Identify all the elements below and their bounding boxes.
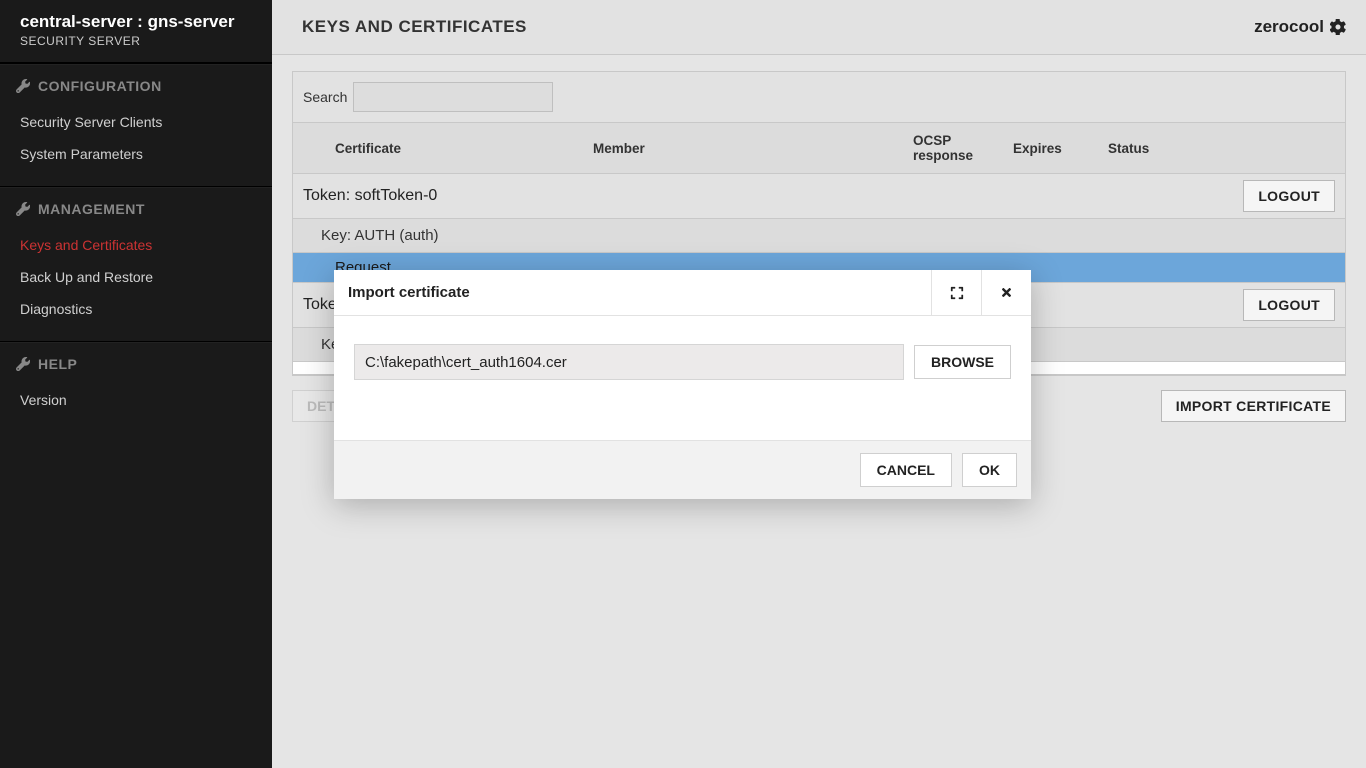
nav-heading-management-label: MANAGEMENT	[38, 201, 145, 217]
nav-item-keys-certificates[interactable]: Keys and Certificates	[0, 229, 272, 261]
cancel-button[interactable]: CANCEL	[860, 453, 952, 487]
col-status: Status	[1108, 141, 1345, 156]
wrench-icon	[16, 202, 30, 216]
sidebar-header: central-server : gns-server SECURITY SER…	[0, 0, 272, 63]
dialog-close-button[interactable]	[981, 270, 1031, 315]
gear-icon	[1330, 19, 1346, 35]
dialog-title: Import certificate	[334, 270, 931, 315]
nav-heading-management: MANAGEMENT	[0, 186, 272, 229]
close-icon	[1000, 286, 1013, 299]
file-path-input[interactable]	[354, 344, 904, 380]
dialog-header: Import certificate	[334, 270, 1031, 316]
nav-item-version[interactable]: Version	[0, 384, 272, 416]
username-label: zerocool	[1254, 17, 1324, 37]
search-label: Search	[303, 89, 347, 105]
logout-button[interactable]: LOGOUT	[1243, 289, 1335, 321]
user-menu[interactable]: zerocool	[1254, 17, 1346, 37]
page-title: KEYS AND CERTIFICATES	[302, 17, 527, 37]
nav-item-system-parameters[interactable]: System Parameters	[0, 138, 272, 170]
dialog-body: BROWSE	[334, 316, 1031, 440]
sidebar: central-server : gns-server SECURITY SER…	[0, 0, 272, 768]
server-title: central-server : gns-server	[20, 12, 252, 32]
col-certificate: Certificate	[293, 141, 593, 156]
col-member: Member	[593, 141, 913, 156]
nav-heading-configuration-label: CONFIGURATION	[38, 78, 162, 94]
nav-item-diagnostics[interactable]: Diagnostics	[0, 293, 272, 325]
col-ocsp: OCSP response	[913, 133, 1013, 163]
wrench-icon	[16, 357, 30, 371]
expand-icon	[950, 286, 964, 300]
nav-item-clients[interactable]: Security Server Clients	[0, 106, 272, 138]
key-row[interactable]: Key: AUTH (auth)	[293, 219, 1345, 253]
ok-button[interactable]: OK	[962, 453, 1017, 487]
browse-button[interactable]: BROWSE	[914, 345, 1011, 379]
token-row[interactable]: Token: softToken-0 LOGOUT	[293, 174, 1345, 219]
logout-button[interactable]: LOGOUT	[1243, 180, 1335, 212]
topbar: KEYS AND CERTIFICATES zerocool	[272, 0, 1366, 55]
nav-heading-configuration: CONFIGURATION	[0, 63, 272, 106]
dialog-maximize-button[interactable]	[931, 270, 981, 315]
table-header: Certificate Member OCSP response Expires…	[293, 123, 1345, 174]
col-expires: Expires	[1013, 141, 1108, 156]
server-subtitle: SECURITY SERVER	[20, 34, 252, 48]
search-input[interactable]	[353, 82, 553, 112]
wrench-icon	[16, 79, 30, 93]
dialog-footer: CANCEL OK	[334, 440, 1031, 499]
import-certificate-dialog: Import certificate BROWSE CANCEL OK	[334, 270, 1031, 499]
token-label: Token: softToken-0	[303, 187, 437, 205]
search-row: Search	[293, 72, 1345, 123]
import-certificate-button[interactable]: IMPORT CERTIFICATE	[1161, 390, 1346, 422]
nav-heading-help-label: HELP	[38, 356, 77, 372]
nav-item-backup-restore[interactable]: Back Up and Restore	[0, 261, 272, 293]
nav-heading-help: HELP	[0, 341, 272, 384]
